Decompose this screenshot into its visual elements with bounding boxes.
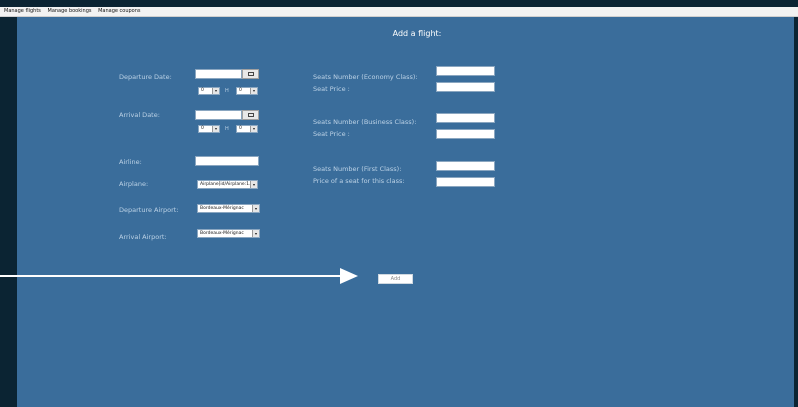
- arrival-date-picker: [195, 110, 259, 120]
- departure-date-calendar-button[interactable]: [242, 69, 259, 79]
- departure-date-picker: [195, 69, 259, 79]
- arrival-airport-select[interactable]: Bordeaux-Mérignac ▾: [197, 229, 260, 238]
- airplane-select-value: Airplane[id/Airplane:1...: [200, 182, 254, 187]
- menu-manage-bookings[interactable]: Manage bookings: [44, 7, 93, 16]
- first-price-label: Price of a seat for this class:: [313, 177, 405, 185]
- hour-separator: H: [225, 88, 229, 94]
- arrival-airport-label: Arrival Airport:: [119, 233, 167, 241]
- airplane-select[interactable]: Airplane[id/Airplane:1... ▾: [197, 180, 258, 189]
- arrival-hour-value: 0: [201, 126, 204, 131]
- departure-date-label: Departure Date:: [119, 73, 172, 81]
- chevron-down-icon: ▾: [250, 126, 257, 132]
- page-title: Add a flight:: [392, 29, 442, 38]
- calendar-icon: [247, 72, 254, 76]
- departure-minute-spinner[interactable]: 0 ▾: [236, 87, 258, 95]
- departure-airport-value: Bordeaux-Mérignac: [200, 206, 244, 211]
- chevron-down-icon: ▾: [212, 88, 219, 94]
- menu-manage-flights[interactable]: Manage flights: [0, 7, 42, 16]
- menu-manage-coupons[interactable]: Manage coupons: [94, 7, 141, 16]
- economy-seats-label: Seats Number (Economy Class):: [313, 73, 418, 81]
- first-seats-label: Seats Number (First Class):: [313, 165, 402, 173]
- chevron-down-icon: ▾: [250, 88, 257, 94]
- arrival-airport-value: Bordeaux-Mérignac: [200, 231, 244, 236]
- first-seats-input[interactable]: [436, 161, 495, 171]
- chevron-down-icon: ▾: [252, 205, 259, 212]
- departure-hour-value: 0: [201, 88, 204, 93]
- airline-input[interactable]: [195, 156, 259, 166]
- airplane-label: Airplane:: [119, 180, 149, 188]
- arrival-date-input[interactable]: [195, 110, 242, 120]
- business-price-label: Seat Price :: [313, 130, 350, 138]
- arrival-minute-spinner[interactable]: 0 ▾: [236, 125, 258, 133]
- calendar-icon: [247, 113, 254, 117]
- app-window: Manage flights Manage bookings Manage co…: [0, 0, 798, 407]
- departure-airport-label: Departure Airport:: [119, 206, 179, 214]
- business-price-input[interactable]: [436, 129, 495, 139]
- economy-price-input[interactable]: [436, 82, 495, 92]
- arrival-minute-value: 0: [239, 126, 242, 131]
- economy-price-label: Seat Price :: [313, 85, 350, 93]
- chevron-down-icon: ▾: [212, 126, 219, 132]
- departure-date-input[interactable]: [195, 69, 242, 79]
- first-price-input[interactable]: [436, 177, 495, 187]
- departure-hour-spinner[interactable]: 0 ▾: [198, 87, 220, 95]
- hour-separator: H: [225, 126, 229, 132]
- menu-bar: Manage flights Manage bookings Manage co…: [0, 7, 798, 17]
- pointer-arrow: [0, 268, 358, 284]
- arrival-hour-spinner[interactable]: 0 ▾: [198, 125, 220, 133]
- business-seats-input[interactable]: [436, 113, 495, 123]
- economy-seats-input[interactable]: [436, 66, 495, 76]
- business-seats-label: Seats Number (Business Class):: [313, 118, 417, 126]
- arrow-head: [340, 268, 358, 284]
- arrival-date-label: Arrival Date:: [119, 111, 160, 119]
- chevron-down-icon: ▾: [252, 230, 259, 237]
- add-flight-panel: Add a flight: Departure Date: Arrival Da…: [17, 17, 794, 407]
- chevron-down-icon: ▾: [250, 181, 257, 188]
- add-button[interactable]: Add: [378, 274, 413, 284]
- departure-airport-select[interactable]: Bordeaux-Mérignac ▾: [197, 204, 260, 213]
- departure-minute-value: 0: [239, 88, 242, 93]
- airline-label: Airline:: [119, 158, 142, 166]
- arrival-date-calendar-button[interactable]: [242, 110, 259, 120]
